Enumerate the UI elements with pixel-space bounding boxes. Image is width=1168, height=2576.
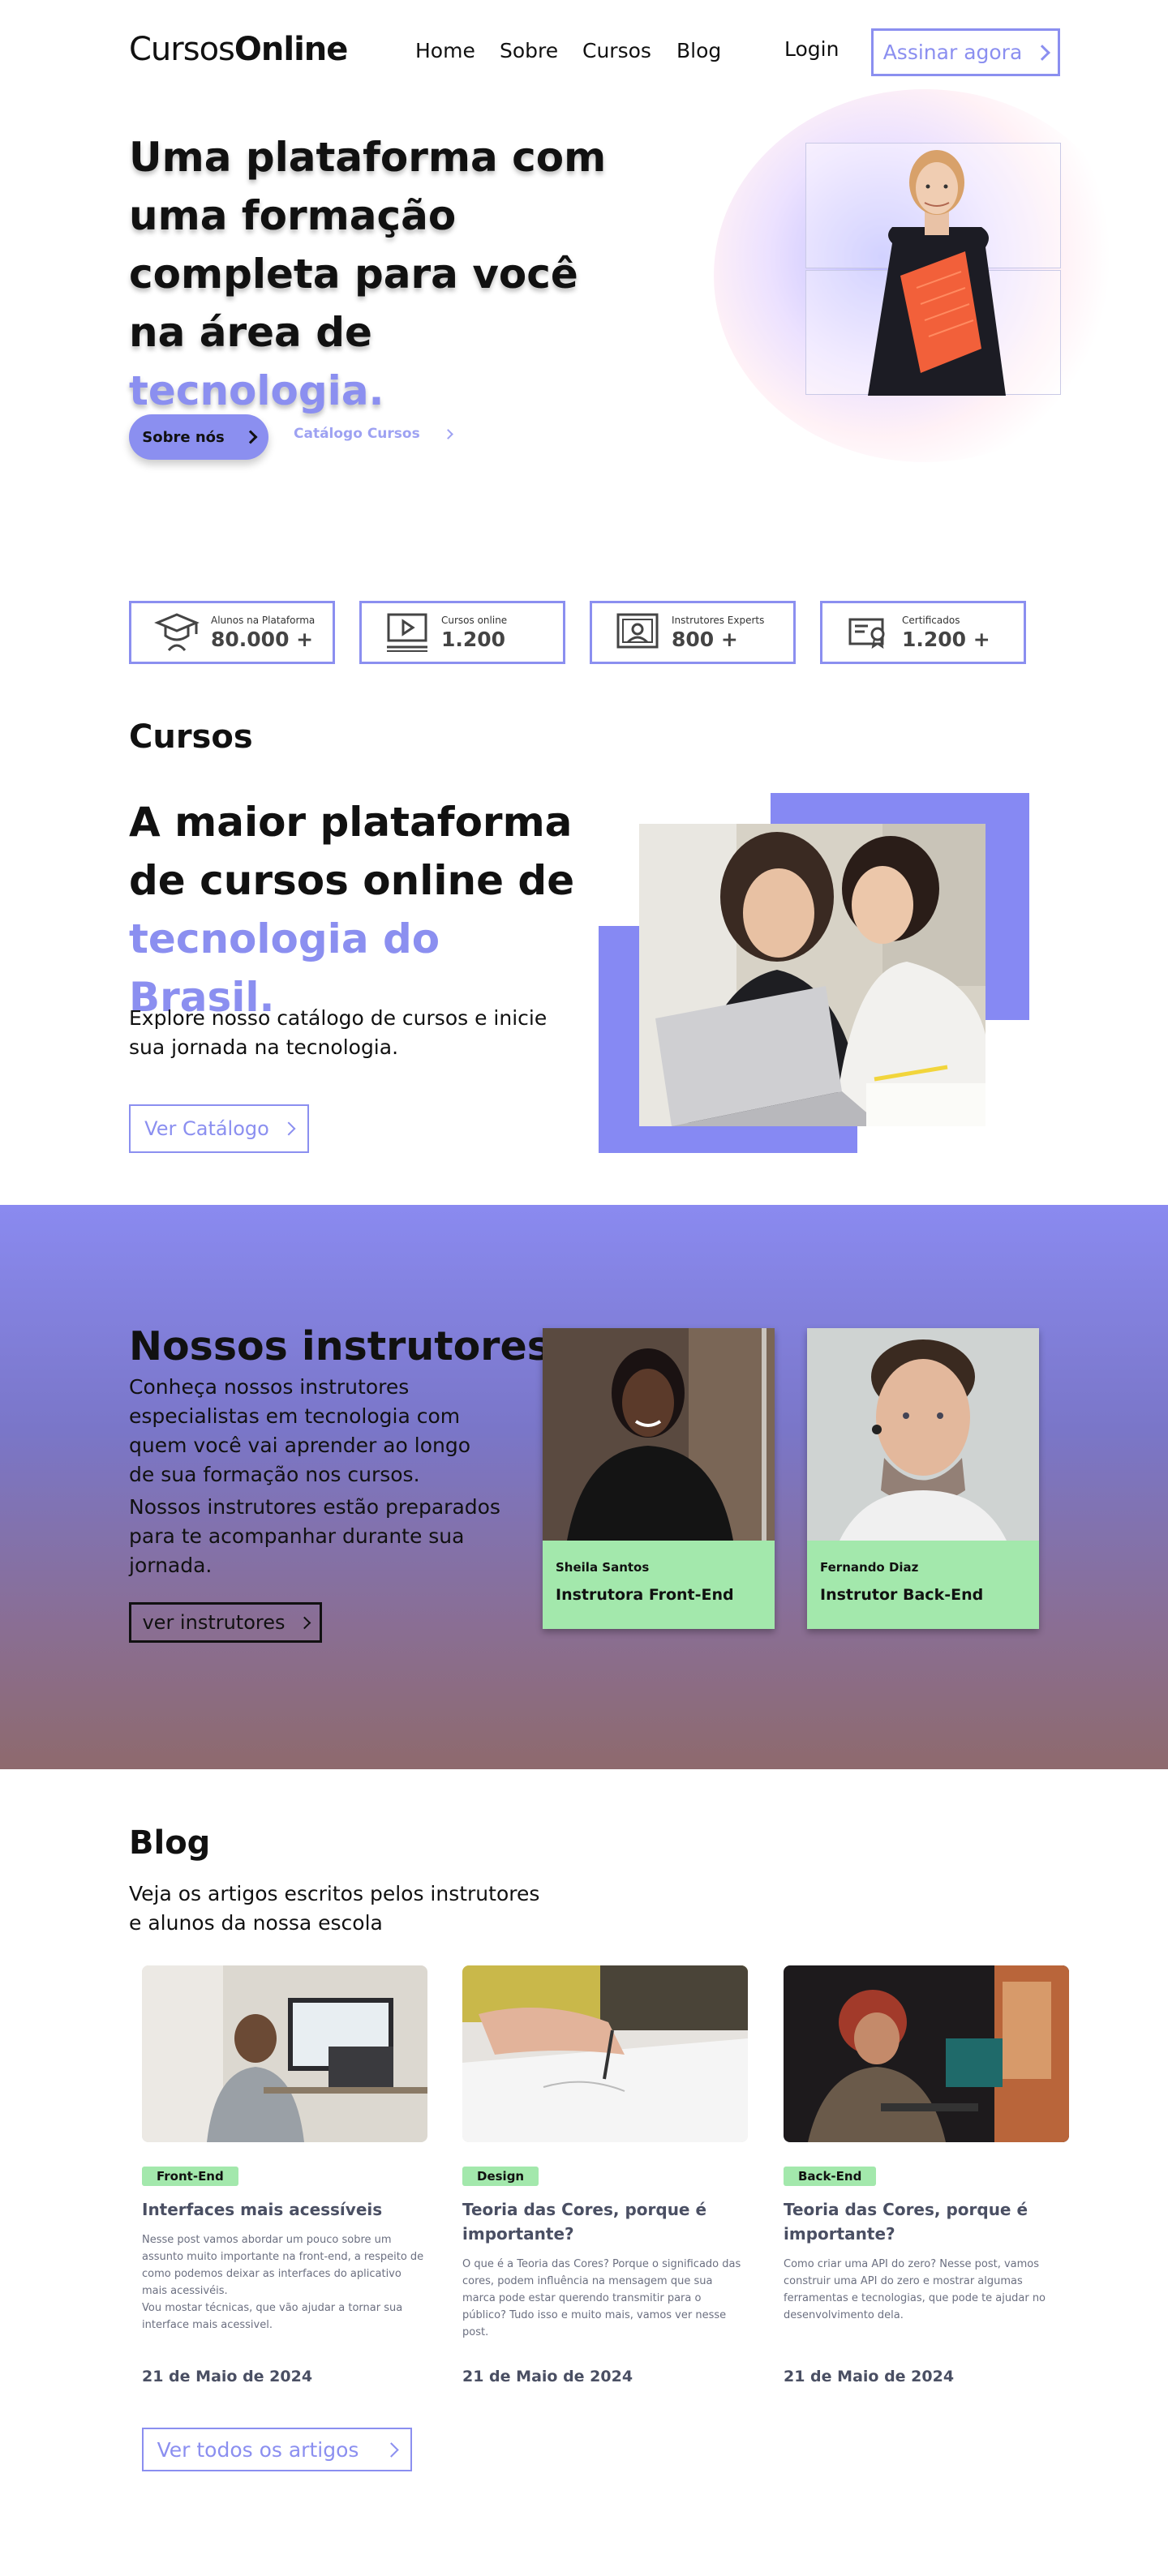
students-laptop-photo (639, 824, 986, 1126)
courses-title: A maior plataforma de cursos online de t… (129, 793, 583, 1027)
chevron-right-icon (1034, 44, 1051, 61)
about-button[interactable]: Sobre nós (129, 414, 268, 460)
instructors-text: Conheça nossos instrutores especialistas… (129, 1373, 502, 1580)
stat-certificates: Certificados 1.200 + (820, 601, 1026, 664)
hero-title-accent: tecnologia. (129, 367, 384, 414)
chevron-right-icon (281, 1121, 296, 1136)
certificate-icon (848, 618, 885, 649)
site-logo[interactable]: CursosOnline (129, 31, 349, 68)
blog-post-card[interactable]: Design Teoria das Cores, porque é import… (462, 1965, 748, 2395)
view-catalog-button[interactable]: Ver Catálogo (129, 1104, 309, 1153)
post-thumbnail (462, 1965, 748, 2142)
courses-title-line2: de cursos online de (129, 857, 575, 904)
subscribe-button-label: Assinar agora (882, 41, 1023, 64)
stat-label: Instrutores Experts (672, 614, 765, 626)
chevron-right-icon (384, 2441, 400, 2458)
view-instructors-button-label: ver instrutores (142, 1611, 286, 1634)
stat-label: Certificados (902, 614, 960, 626)
nav-home[interactable]: Home (415, 39, 475, 62)
hero-title-line4: na área de tecnologia. (129, 303, 632, 420)
stat-label: Alunos na Plataforma (211, 614, 316, 626)
post-title: Interfaces mais acessíveis (142, 2200, 383, 2219)
instructor-role: Instrutor Back-End (820, 1586, 984, 1604)
post-body: Como criar uma API do zero? Nesse post, … (784, 2258, 1046, 2321)
instructor-board-icon (616, 613, 659, 649)
instructor-photo (807, 1328, 1039, 1541)
courses-title-line1: A maior plataforma (129, 799, 573, 846)
graduation-cap-icon (154, 613, 200, 652)
view-all-posts-button[interactable]: Ver todos os artigos (142, 2428, 412, 2471)
instructors-text-2: Nossos instrutores estão preparados para… (129, 1495, 500, 1577)
stat-students: Alunos na Plataforma 80.000 + (129, 601, 335, 664)
post-title: Teoria das Cores, porque é importante? (462, 2200, 707, 2244)
play-video-icon (387, 613, 427, 652)
post-date: 21 de Maio de 2024 (142, 2368, 313, 2385)
view-all-posts-button-label: Ver todos os artigos (157, 2437, 359, 2462)
instructor-name: Fernando Diaz (820, 1560, 919, 1575)
logo-light-text: Cursos (129, 31, 235, 68)
hero-title-line4-prefix: na área de (129, 309, 372, 356)
catalog-link-label: Catálogo Cursos (294, 426, 420, 442)
blog-post-card[interactable]: Back-End Teoria das Cores, porque é impo… (784, 1965, 1069, 2395)
hero-woman-photo (868, 150, 1006, 396)
stat-label: Cursos online (441, 614, 508, 626)
view-catalog-button-label: Ver Catálogo (144, 1117, 269, 1140)
courses-text: Explore nosso catálogo de cursos e inici… (129, 1006, 548, 1059)
nav-cursos[interactable]: Cursos (582, 39, 651, 62)
stat-value: 80.000 + (211, 627, 314, 651)
post-tag: Back-End (784, 2167, 877, 2186)
stat-value: 800 + (672, 627, 738, 651)
post-date: 21 de Maio de 2024 (462, 2368, 633, 2385)
blog-post-card[interactable]: Front-End Interfaces mais acessíveis Nes… (142, 1965, 427, 2395)
post-date: 21 de Maio de 2024 (784, 2368, 955, 2385)
post-thumbnail (142, 1965, 427, 2142)
catalog-link[interactable]: Catálogo Cursos (294, 426, 453, 442)
post-tag: Front-End (142, 2167, 238, 2186)
instructor-card-fernando[interactable]: Fernando Diaz Instrutor Back-End (807, 1328, 1039, 1629)
courses-heading: Cursos (129, 718, 253, 756)
chevron-right-icon (298, 1616, 311, 1629)
instructor-name: Sheila Santos (556, 1560, 650, 1575)
instructors-title: Nossos instrutores (129, 1323, 551, 1369)
hero-title-line3: completa para você (129, 251, 578, 298)
post-title: Teoria das Cores, porque é importante? (784, 2200, 1028, 2244)
post-body: O que é a Teoria das Cores? Porque o sig… (462, 2258, 741, 2338)
stat-value: 1.200 + (902, 627, 990, 651)
blog-subtitle: Veja os artigos escritos pelos instrutor… (129, 1882, 540, 1935)
about-button-label: Sobre nós (142, 428, 225, 446)
subscribe-button[interactable]: Assinar agora (871, 28, 1060, 76)
post-thumbnail (784, 1965, 1069, 2142)
stat-instructors: Instrutores Experts 800 + (590, 601, 796, 664)
instructor-role: Instrutora Front-End (556, 1586, 734, 1604)
blog-heading: Blog (129, 1824, 211, 1862)
instructor-photo (543, 1328, 775, 1541)
nav-blog[interactable]: Blog (676, 39, 721, 62)
hero-title: Uma plataforma com uma formação completa… (129, 128, 632, 420)
hero-title-line1: Uma plataforma com (129, 134, 607, 181)
instructors-text-1: Conheça nossos instrutores especialistas… (129, 1375, 470, 1486)
instructor-card-sheila[interactable]: Sheila Santos Instrutora Front-End (543, 1328, 775, 1629)
login-link[interactable]: Login (784, 37, 839, 61)
chevron-right-icon (442, 428, 453, 439)
stat-value: 1.200 (441, 627, 506, 651)
nav-sobre[interactable]: Sobre (500, 39, 558, 62)
logo-bold-text: Online (234, 31, 349, 68)
view-instructors-button[interactable]: ver instrutores (129, 1602, 322, 1643)
hero-title-line2: uma formação (129, 192, 457, 239)
chevron-right-icon (243, 430, 258, 444)
post-body: Nesse post vamos abordar um pouco sobre … (142, 2234, 424, 2331)
stat-courses: Cursos online 1.200 (359, 601, 565, 664)
post-tag: Design (462, 2167, 539, 2186)
